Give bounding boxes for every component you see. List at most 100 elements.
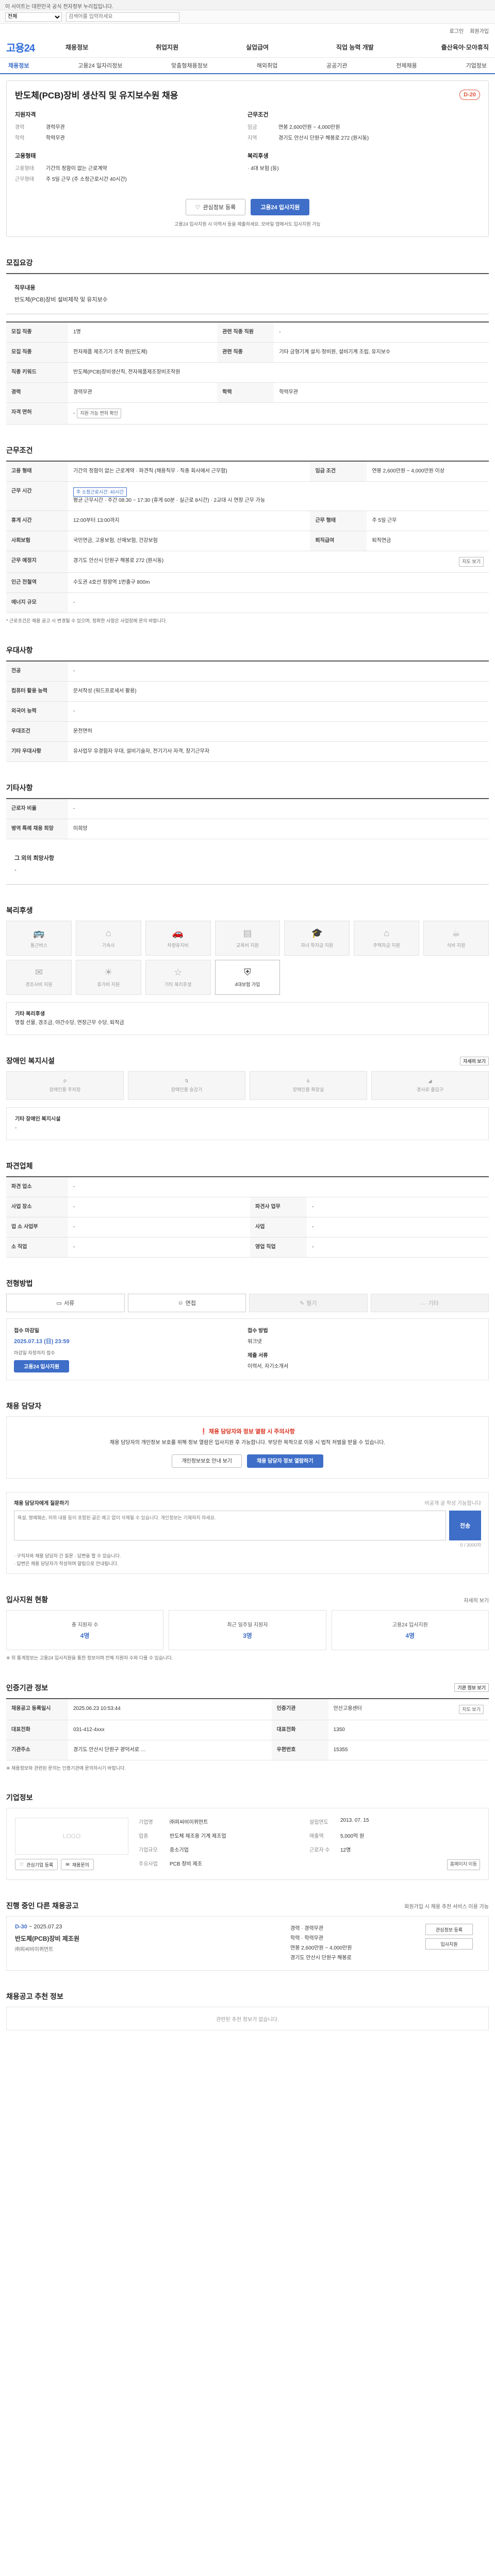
cell-value: - bbox=[307, 1197, 489, 1218]
cell-value: 주 소정근로시간: 40시간 평균 근무시간 · 주간 08:30 ~ 17:30… bbox=[68, 481, 489, 512]
manager-buttons: 개인정보보호 안내 보기 채용 담당자 정보 열람하기 bbox=[17, 1454, 478, 1468]
gnb-item[interactable]: 실업급여 bbox=[246, 43, 269, 52]
comment-send-button[interactable]: 전송 bbox=[449, 1511, 481, 1541]
privacy-guide-button[interactable]: 개인정보보호 안내 보기 bbox=[172, 1454, 242, 1468]
welfare-item-active: ⛨ 4대보험 가입 bbox=[214, 960, 280, 995]
cell-key: 우편번호 bbox=[271, 1740, 328, 1760]
view-manager-button[interactable]: 채용 담당자 정보 열람하기 bbox=[247, 1454, 323, 1468]
step-label: 서류 bbox=[63, 1300, 75, 1307]
cell-key: 근로자 비율 bbox=[6, 798, 68, 819]
gnb-item[interactable]: 취업지원 bbox=[156, 43, 178, 52]
heart-icon: ♡ bbox=[20, 1861, 24, 1867]
subnav-active[interactable]: 채용정보 bbox=[8, 61, 29, 70]
info-key: 주요사업 bbox=[139, 1861, 158, 1868]
license-check-button[interactable]: 지원 가능 면허 확인 bbox=[77, 409, 122, 418]
info-value: ㈜피씨비이퀴먼트 bbox=[170, 1820, 208, 1826]
btn-label: 채용문의 bbox=[72, 1862, 89, 1868]
cond-heading: 근무조건 bbox=[248, 112, 269, 118]
search-input[interactable] bbox=[66, 12, 179, 22]
welfare-box-text: 명절 선물, 경조금, 야간수당, 연장근무 수당, 퇴직금 bbox=[15, 1020, 124, 1026]
process-section: 전형방법 ▭ 서류 ☺ 면접 ✎ 필기 … 기타 접수 마감일 2025.07.13 (… bbox=[6, 1278, 489, 1380]
gnb-item[interactable]: 채용정보 bbox=[65, 43, 88, 52]
cell-key: 기타 우대사항 bbox=[6, 741, 68, 762]
company-section: 기업정보 LOGO ♡ 관심기업 등록 ✉ 채용문의 기업명 ㈜피씨비이퀴먼트 설립연도… bbox=[6, 1792, 489, 1880]
cell-key: 관련 직종 bbox=[217, 342, 274, 363]
map-button[interactable]: 지도 보기 bbox=[459, 557, 484, 567]
disab-more-button[interactable]: 자세히 보기 bbox=[460, 1056, 489, 1065]
agency-map-button[interactable]: 지도 보기 bbox=[459, 1704, 484, 1714]
table-row: 컴퓨터 활용 능력 문서작성 (워드프로세서 활용) bbox=[6, 681, 489, 702]
ramp-icon: ◢ bbox=[428, 1078, 432, 1084]
table-row: 직종 키워드 반도체(PCB)장비생산직, 전자제품제조장비조작원 bbox=[6, 362, 489, 383]
manager-title: 채용 담당자 bbox=[6, 1401, 42, 1410]
similar-section: 진행 중인 다른 채용공고 회원가입 시 채용 추천 서비스 이용 가능 D-30… bbox=[6, 1901, 489, 1971]
homepage-button[interactable]: 홈페이지 이동 bbox=[447, 1859, 480, 1871]
apply-button[interactable]: 고용24 입사지원 bbox=[251, 199, 310, 215]
similar-card[interactable]: D-30 ~ 2025.07.23 반도체(PCB)장비 제조원 ㈜피씨비이퀴먼… bbox=[6, 1916, 489, 1971]
similar-info-item: 경기도 안산시 단원구 해봉로 bbox=[290, 1955, 352, 1961]
info-more-button[interactable]: 기관 정보 보기 bbox=[454, 1683, 489, 1692]
similar-apply-button[interactable]: 입사지원 bbox=[425, 1938, 473, 1950]
login-link[interactable]: 로그인 bbox=[450, 27, 464, 35]
brand-logo[interactable]: 고용24 bbox=[6, 40, 65, 55]
subnav-item[interactable]: 기업정보 bbox=[466, 61, 487, 70]
comment-count: 0 / 3000자 bbox=[460, 1543, 481, 1548]
similar-job-title[interactable]: 반도체(PCB)장비 제조원 bbox=[15, 1934, 281, 1943]
subnav-item[interactable]: 해외취업 bbox=[257, 61, 277, 70]
cell-key: 휴게 시간 bbox=[6, 511, 68, 532]
company-interest-button[interactable]: ♡ 관심기업 등록 bbox=[15, 1859, 58, 1871]
stats-boxes: 총 지원자 수 4명 최근 일주일 지원자 3명 고용24 입사지원 4명 bbox=[6, 1610, 489, 1651]
kv-key: 고용형태 bbox=[15, 166, 34, 172]
receipt-apply-button[interactable]: 고용24 입사지원 bbox=[14, 1360, 70, 1372]
warning-title-row: ❗ 채용 담당자와 정보 열람 시 주의사항 bbox=[17, 1427, 478, 1437]
cell-key: 우대조건 bbox=[6, 721, 68, 742]
cell-value: 유사업무 유경험자 우대, 설비기술자, 전기기사 자격, 장기근무자 bbox=[68, 741, 489, 762]
cell-key: 모집 직종 bbox=[6, 342, 68, 363]
subnav-item[interactable]: 공공기관 bbox=[326, 61, 347, 70]
info-key: 매출액 bbox=[309, 1834, 324, 1840]
table-row: 근무 시간 주 소정근로시간: 40시간 평균 근무시간 · 주간 08:30 ~ … bbox=[6, 481, 489, 512]
company-left: LOGO ♡ 관심기업 등록 ✉ 채용문의 bbox=[15, 1818, 128, 1871]
cell-key: 모집 직종 bbox=[6, 322, 68, 343]
cell-value: 주 5일 근무 bbox=[367, 511, 489, 532]
disab-label: 장애인용 화장실 bbox=[292, 1087, 324, 1093]
subnav-item[interactable]: 고용24 일자리정보 bbox=[78, 61, 122, 70]
pref-title: 우대사항 bbox=[6, 646, 33, 654]
step-etc: … 기타 bbox=[370, 1294, 489, 1313]
cell-key: 사회보험 bbox=[6, 531, 68, 552]
recruit-title: 모집요강 bbox=[6, 259, 33, 267]
step-written: ✎ 필기 bbox=[249, 1294, 368, 1313]
welfare-item: ☆ 기타 복리후생 bbox=[145, 960, 211, 995]
cell-key: 영업 직업 bbox=[250, 1237, 307, 1258]
search-select[interactable]: 전체 bbox=[5, 12, 62, 22]
cell-value: 퇴직연금 bbox=[367, 531, 489, 552]
qual-col: 지원자격 경력 경력무관 학력 학력무관 고용형태 고용형태 기간의 정함이 없는 근… bbox=[15, 110, 248, 185]
pencil-icon: ✎ bbox=[300, 1300, 305, 1307]
company-contact-button[interactable]: ✉ 채용문의 bbox=[61, 1859, 94, 1871]
similar-interest-button[interactable]: 관심정보 등록 bbox=[425, 1924, 473, 1936]
company-buttons: ♡ 관심기업 등록 ✉ 채용문의 bbox=[15, 1859, 128, 1871]
recruit-box-text: 반도체(PCB)장비 설비제작 및 유지보수 bbox=[14, 296, 108, 303]
gnb-item[interactable]: 출산육아·모아휴직 bbox=[441, 43, 489, 52]
cell-key: 파견 업소 bbox=[6, 1177, 68, 1198]
cell-value: - bbox=[307, 1237, 489, 1258]
cell-value: 문서작성 (워드프로세서 활용) bbox=[68, 681, 489, 702]
subnav-item[interactable]: 전체채용 bbox=[396, 61, 417, 70]
cell-key: 에너지 규모 bbox=[6, 592, 68, 613]
receipt-method: 접수 방법 워크넷 제출 서류 이력서, 자기소개서 bbox=[248, 1326, 481, 1372]
subnav-item[interactable]: 맞춤형채용정보 bbox=[171, 61, 208, 70]
welfare-item: ✉ 경조사비 지원 bbox=[6, 960, 72, 995]
comment-header: 채용 담당자에게 질문하기 비공개 글 작성 가능합니다 bbox=[14, 1499, 481, 1506]
gnb-item[interactable]: 직업 능력 개발 bbox=[336, 43, 374, 52]
manager-warning: ❗ 채용 담당자와 정보 열람 시 주의사항 채용 담당자의 개인정보 보호를 … bbox=[6, 1416, 489, 1479]
signup-link[interactable]: 회원가입 bbox=[470, 27, 489, 35]
cell-key: 직종 키워드 bbox=[6, 362, 68, 383]
welfare-label: 기숙사 bbox=[102, 943, 115, 948]
cell-key: 사업 bbox=[250, 1217, 307, 1238]
method-value: 워크넷 bbox=[248, 1339, 262, 1345]
cell-key: 근무 형태 bbox=[310, 511, 367, 532]
stats-more-link[interactable]: 자세히 보기 bbox=[464, 1596, 489, 1604]
cell-key: 업 소 사업부 bbox=[6, 1217, 68, 1238]
comment-input[interactable] bbox=[14, 1511, 446, 1541]
interest-button[interactable]: ♡ 관심정보 등록 bbox=[185, 199, 246, 215]
